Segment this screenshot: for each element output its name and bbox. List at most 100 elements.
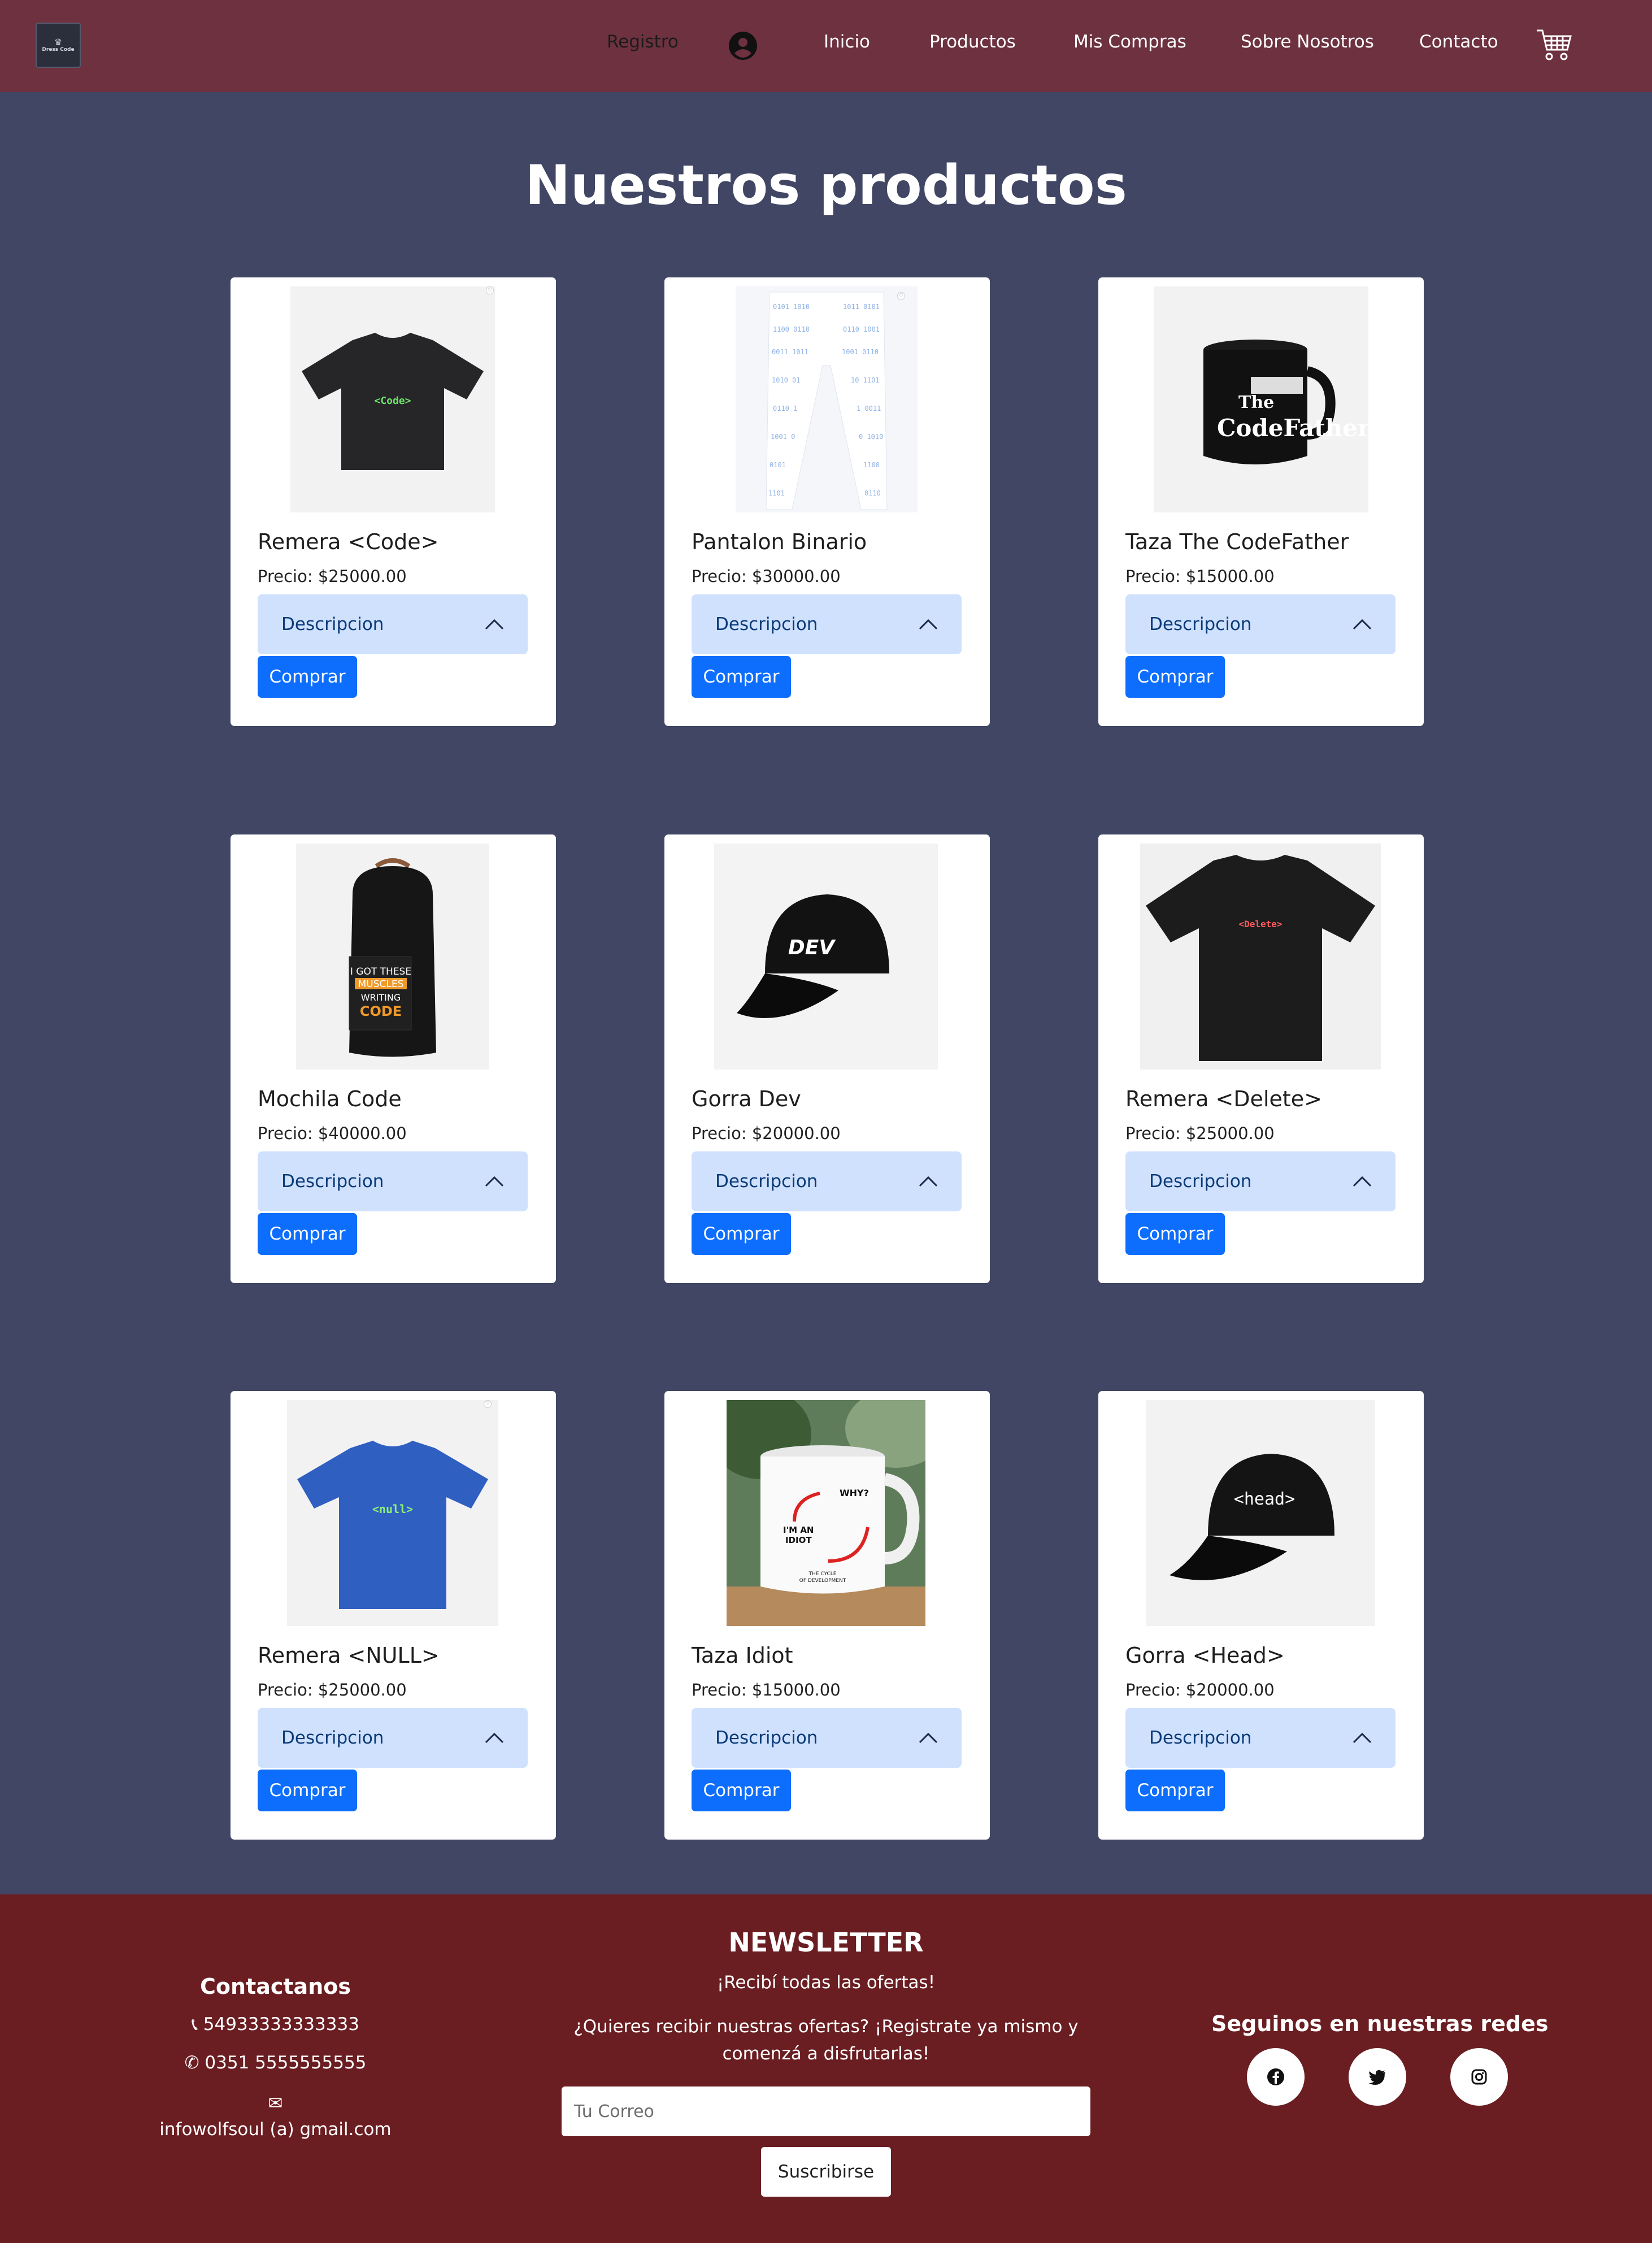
svg-text:<Code>: <Code> [374, 395, 411, 407]
svg-text:The: The [1238, 393, 1274, 412]
svg-text:<null>: <null> [372, 1502, 413, 1516]
svg-text:0101 1010: 0101 1010 [773, 303, 810, 311]
facebook-icon [1267, 2068, 1284, 2085]
svg-text:1001 0: 1001 0 [771, 433, 795, 441]
instagram-button[interactable] [1450, 2048, 1508, 2106]
product-image[interactable]: <Delete> [1140, 844, 1381, 1070]
description-toggle[interactable]: Descripcion [258, 1151, 528, 1211]
description-toggle[interactable]: Descripcion [258, 594, 528, 654]
buy-button[interactable]: Comprar [258, 1213, 357, 1255]
product-name: Remera <Delete> [1125, 1086, 1322, 1111]
description-label: Descripcion [715, 614, 818, 634]
product-image[interactable]: <null> [287, 1400, 498, 1626]
newsletter-title: NEWSLETTER [728, 1927, 924, 1958]
svg-text:OF DEVELOPMENT: OF DEVELOPMENT [799, 1578, 846, 1584]
subscribe-button[interactable]: Suscribirse [761, 2147, 891, 2197]
heart-icon[interactable]: ♡ [486, 286, 494, 294]
product-card: The CodeFather Taza The CodeFather Preci… [1098, 277, 1424, 726]
nav-contacto[interactable]: Contacto [1419, 32, 1498, 52]
description-toggle[interactable]: Descripcion [1125, 1151, 1395, 1211]
facebook-button[interactable] [1247, 2048, 1305, 2106]
svg-text:DEV: DEV [788, 936, 836, 959]
contact-whatsapp: ✆ 0351 5555555555 [0, 2053, 551, 2073]
product-card: <null> ♡ Remera <NULL> Precio: $25000.00… [231, 1391, 556, 1840]
svg-text:I'M AN: I'M AN [783, 1525, 814, 1535]
contact-phone-number: 54933333333333 [203, 2014, 359, 2035]
svg-text:0011 1011: 0011 1011 [772, 348, 808, 356]
description-label: Descripcion [1149, 614, 1252, 634]
cart-icon[interactable] [1536, 27, 1573, 62]
description-toggle[interactable]: Descripcion [692, 1151, 962, 1211]
svg-text:0 1010: 0 1010 [859, 433, 883, 441]
product-price: Precio: $30000.00 [692, 567, 841, 586]
brand-logo-text: Dress Code [42, 46, 75, 53]
buy-button[interactable]: Comprar [692, 1770, 791, 1811]
svg-text:1 0011: 1 0011 [857, 405, 881, 412]
description-label: Descripcion [715, 1728, 818, 1748]
nav-inicio[interactable]: Inicio [824, 32, 870, 52]
nav-mis-compras[interactable]: Mis Compras [1073, 32, 1186, 52]
product-name: Remera <NULL> [258, 1643, 440, 1668]
svg-text:0110 1: 0110 1 [773, 405, 797, 412]
product-image[interactable]: <Code> [290, 286, 495, 512]
svg-text:0110: 0110 [864, 489, 881, 497]
buy-button[interactable]: Comprar [258, 656, 357, 698]
user-icon[interactable] [729, 32, 757, 60]
newsletter-subtitle: ¡Recibí todas las ofertas! [716, 1972, 936, 1993]
contact-phone: 📞︎ 54933333333333 [0, 2014, 551, 2035]
product-price: Precio: $20000.00 [1125, 1680, 1275, 1699]
phone-icon: 📞︎ [192, 2014, 198, 2035]
product-name: Pantalon Binario [692, 529, 867, 554]
twitter-button[interactable] [1349, 2048, 1406, 2106]
product-image[interactable]: The CodeFather [1154, 286, 1368, 512]
buy-button[interactable]: Comprar [1125, 1770, 1225, 1811]
heart-icon[interactable]: ♡ [897, 292, 905, 300]
page-title: Nuestros productos [525, 154, 1127, 217]
buy-button[interactable]: Comprar [692, 1213, 791, 1255]
footer: Contactanos 📞︎ 54933333333333 ✆ 0351 555… [0, 1894, 1652, 2243]
product-image[interactable]: <head> [1146, 1400, 1375, 1626]
svg-text:CODE: CODE [360, 1003, 402, 1019]
svg-text:THE CYCLE: THE CYCLE [808, 1571, 837, 1577]
whatsapp-icon: ✆ [184, 2053, 199, 2073]
product-card: <Delete> Remera <Delete> Precio: $25000.… [1098, 834, 1424, 1283]
description-label: Descripcion [281, 1171, 384, 1192]
navbar: ♛ Dress Code Registro Inicio Productos M… [0, 0, 1652, 92]
description-toggle[interactable]: Descripcion [258, 1708, 528, 1768]
nav-registro[interactable]: Registro [607, 32, 679, 52]
instagram-icon [1471, 2069, 1487, 2085]
chevron-up-icon [1353, 1732, 1372, 1744]
description-toggle[interactable]: Descripcion [692, 1708, 962, 1768]
heart-icon[interactable]: ♡ [484, 1400, 492, 1408]
product-image[interactable]: I GOT THESE MUSCLES WRITING CODE [296, 844, 489, 1070]
product-image[interactable]: 0101 1010 1011 0101 1100 0110 0110 1001 00… [736, 286, 918, 512]
product-price: Precio: $20000.00 [692, 1124, 841, 1143]
product-image[interactable]: WHY? I'M AN IDIOT THE CYCLE OF DEVELOPME… [727, 1400, 925, 1626]
chevron-up-icon [919, 1732, 938, 1744]
newsletter-email-input[interactable] [562, 2086, 1090, 2136]
buy-button[interactable]: Comprar [1125, 656, 1225, 698]
product-image[interactable]: DEV [714, 844, 938, 1070]
svg-text:0110 1001: 0110 1001 [843, 325, 880, 333]
description-toggle[interactable]: Descripcion [1125, 1708, 1395, 1768]
description-toggle[interactable]: Descripcion [1125, 594, 1395, 654]
svg-text:1010 01: 1010 01 [772, 376, 801, 384]
buy-button[interactable]: Comprar [258, 1770, 357, 1811]
social-title: Seguinos en nuestras redes [1211, 2011, 1549, 2036]
chevron-up-icon [919, 619, 938, 630]
brand-logo[interactable]: ♛ Dress Code [36, 23, 81, 68]
description-toggle[interactable]: Descripcion [692, 594, 962, 654]
product-price: Precio: $15000.00 [1125, 567, 1275, 586]
nav-sobre-nosotros[interactable]: Sobre Nosotros [1241, 32, 1374, 52]
svg-text:10 1101: 10 1101 [851, 376, 880, 384]
svg-text:1101: 1101 [768, 489, 785, 497]
product-card: WHY? I'M AN IDIOT THE CYCLE OF DEVELOPME… [664, 1391, 990, 1840]
description-label: Descripcion [281, 1728, 384, 1748]
chevron-up-icon [1353, 1176, 1372, 1187]
buy-button[interactable]: Comprar [692, 656, 791, 698]
nav-productos[interactable]: Productos [929, 32, 1016, 52]
product-price: Precio: $40000.00 [258, 1124, 407, 1143]
svg-text:0101: 0101 [770, 461, 786, 469]
buy-button[interactable]: Comprar [1125, 1213, 1225, 1255]
svg-text:1001 0110: 1001 0110 [842, 348, 879, 356]
